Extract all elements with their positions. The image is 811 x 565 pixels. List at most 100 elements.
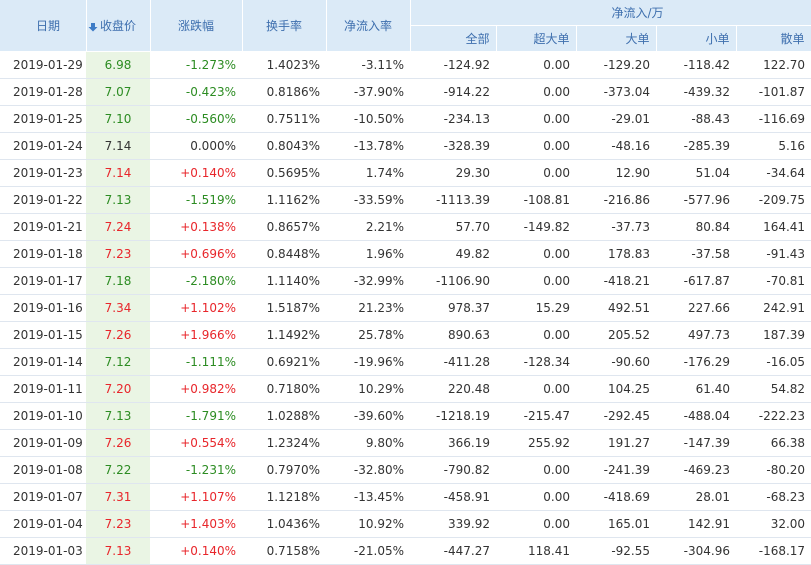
cell-change: -1.273% bbox=[150, 51, 242, 79]
cell-net-all: -914.22 bbox=[410, 78, 496, 106]
cell-net-inflow-rate: -10.50% bbox=[326, 105, 410, 133]
table-row: 2019-01-18 7.23 +0.696% 0.8448% 1.96% 49.82 0.… bbox=[0, 240, 811, 268]
col-header-super-large[interactable]: 超大单 bbox=[496, 25, 577, 52]
cell-net-retail: -34.64 bbox=[736, 159, 811, 187]
cell-net-large: -292.45 bbox=[576, 402, 656, 430]
cell-net-large: -418.69 bbox=[576, 483, 656, 511]
cell-change: +0.554% bbox=[150, 429, 242, 457]
cell-net-large: 178.83 bbox=[576, 240, 656, 268]
col-header-change[interactable]: 涨跌幅 bbox=[150, 0, 243, 52]
cell-net-inflow-rate: -32.99% bbox=[326, 267, 410, 295]
cell-net-large: -92.55 bbox=[576, 537, 656, 565]
table-row: 2019-01-23 7.14 +0.140% 0.5695% 1.74% 29.30 0.… bbox=[0, 159, 811, 187]
cell-net-small: 142.91 bbox=[656, 510, 736, 538]
cell-net-inflow-rate: 2.21% bbox=[326, 213, 410, 241]
table-row: 2019-01-29 6.98 -1.273% 1.4023% -3.11% -124.9… bbox=[0, 51, 811, 79]
cell-change: +0.982% bbox=[150, 375, 242, 403]
cell-turnover: 1.0288% bbox=[242, 402, 326, 430]
cell-net-small: -577.96 bbox=[656, 186, 736, 214]
cell-date: 2019-01-15 bbox=[0, 321, 86, 349]
cell-net-super-large: 0.00 bbox=[496, 267, 576, 295]
cell-net-large: -90.60 bbox=[576, 348, 656, 376]
cell-date: 2019-01-04 bbox=[0, 510, 86, 538]
cell-net-small: -469.23 bbox=[656, 456, 736, 484]
cell-date: 2019-01-22 bbox=[0, 186, 86, 214]
cell-net-super-large: -108.81 bbox=[496, 186, 576, 214]
cell-close: 7.13 bbox=[86, 186, 150, 214]
cell-net-inflow-rate: -13.78% bbox=[326, 132, 410, 160]
cell-net-large: -129.20 bbox=[576, 51, 656, 79]
cell-net-large: 492.51 bbox=[576, 294, 656, 322]
cell-change: +0.140% bbox=[150, 159, 242, 187]
col-header-date[interactable]: 日期 bbox=[0, 0, 98, 52]
cell-net-super-large: -128.34 bbox=[496, 348, 576, 376]
cell-change: -1.111% bbox=[150, 348, 242, 376]
cell-change: +0.696% bbox=[150, 240, 242, 268]
table-row: 2019-01-09 7.26 +0.554% 1.2324% 9.80% 366.19 2… bbox=[0, 429, 811, 457]
col-header-retail[interactable]: 散单 bbox=[736, 25, 811, 52]
table-row: 2019-01-28 7.07 -0.423% 0.8186% -37.90% -914.… bbox=[0, 78, 811, 106]
cell-turnover: 1.1140% bbox=[242, 267, 326, 295]
table-row: 2019-01-10 7.13 -1.791% 1.0288% -39.60% -1218… bbox=[0, 402, 811, 430]
cell-net-large: -48.16 bbox=[576, 132, 656, 160]
cell-net-retail: -80.20 bbox=[736, 456, 811, 484]
cell-net-inflow-rate: -33.59% bbox=[326, 186, 410, 214]
cell-net-retail: 164.41 bbox=[736, 213, 811, 241]
cell-net-all: -458.91 bbox=[410, 483, 496, 511]
cell-net-inflow-rate: 10.92% bbox=[326, 510, 410, 538]
col-header-turnover[interactable]: 换手率 bbox=[242, 0, 327, 52]
table-body: 2019-01-29 6.98 -1.273% 1.4023% -3.11% -124.9… bbox=[0, 51, 811, 565]
table-row: 2019-01-21 7.24 +0.138% 0.8657% 2.21% 57.70 -1… bbox=[0, 213, 811, 241]
cell-net-retail: 5.16 bbox=[736, 132, 811, 160]
cell-turnover: 1.0436% bbox=[242, 510, 326, 538]
cell-close: 7.22 bbox=[86, 456, 150, 484]
table-row: 2019-01-16 7.34 +1.102% 1.5187% 21.23% 978.37… bbox=[0, 294, 811, 322]
cell-net-large: -373.04 bbox=[576, 78, 656, 106]
cell-net-small: -88.43 bbox=[656, 105, 736, 133]
arrow-down-icon[interactable] bbox=[88, 22, 98, 32]
col-header-net-inflow-rate[interactable]: 净流入率 bbox=[326, 0, 411, 52]
cell-net-all: 339.92 bbox=[410, 510, 496, 538]
cell-net-super-large: 0.00 bbox=[496, 483, 576, 511]
col-header-net-inflow-group: 净流入/万 bbox=[410, 0, 811, 26]
cell-net-large: -241.39 bbox=[576, 456, 656, 484]
cell-net-retail: -222.23 bbox=[736, 402, 811, 430]
cell-net-all: -1113.39 bbox=[410, 186, 496, 214]
cell-net-retail: -116.69 bbox=[736, 105, 811, 133]
cell-net-super-large: 0.00 bbox=[496, 321, 576, 349]
cell-net-all: -411.28 bbox=[410, 348, 496, 376]
col-header-small[interactable]: 小单 bbox=[656, 25, 737, 52]
cell-change: -0.560% bbox=[150, 105, 242, 133]
table-row: 2019-01-14 7.12 -1.111% 0.6921% -19.96% -411.… bbox=[0, 348, 811, 376]
cell-net-retail: -70.81 bbox=[736, 267, 811, 295]
table-row: 2019-01-11 7.20 +0.982% 0.7180% 10.29% 220.48… bbox=[0, 375, 811, 403]
cell-net-inflow-rate: -32.80% bbox=[326, 456, 410, 484]
cell-net-retail: 242.91 bbox=[736, 294, 811, 322]
cell-net-small: -147.39 bbox=[656, 429, 736, 457]
cell-date: 2019-01-28 bbox=[0, 78, 86, 106]
cell-net-all: 978.37 bbox=[410, 294, 496, 322]
col-header-all[interactable]: 全部 bbox=[410, 25, 497, 52]
cell-net-super-large: 0.00 bbox=[496, 240, 576, 268]
cell-close: 7.14 bbox=[86, 159, 150, 187]
cell-net-small: -304.96 bbox=[656, 537, 736, 565]
cell-net-inflow-rate: -39.60% bbox=[326, 402, 410, 430]
table-row: 2019-01-15 7.26 +1.966% 1.1492% 25.78% 890.63… bbox=[0, 321, 811, 349]
col-header-large[interactable]: 大单 bbox=[576, 25, 657, 52]
table-row: 2019-01-17 7.18 -2.180% 1.1140% -32.99% -1106… bbox=[0, 267, 811, 295]
cell-close: 7.12 bbox=[86, 348, 150, 376]
cell-turnover: 1.2324% bbox=[242, 429, 326, 457]
cell-net-all: -124.92 bbox=[410, 51, 496, 79]
cell-turnover: 0.8186% bbox=[242, 78, 326, 106]
cell-net-large: 205.52 bbox=[576, 321, 656, 349]
cell-turnover: 1.1492% bbox=[242, 321, 326, 349]
cell-net-large: 104.25 bbox=[576, 375, 656, 403]
cell-change: +0.138% bbox=[150, 213, 242, 241]
cell-date: 2019-01-08 bbox=[0, 456, 86, 484]
cell-net-inflow-rate: -3.11% bbox=[326, 51, 410, 79]
cell-net-super-large: 0.00 bbox=[496, 375, 576, 403]
cell-net-super-large: 15.29 bbox=[496, 294, 576, 322]
cell-turnover: 1.1218% bbox=[242, 483, 326, 511]
table-row: 2019-01-22 7.13 -1.519% 1.1162% -33.59% -1113… bbox=[0, 186, 811, 214]
cell-net-large: 191.27 bbox=[576, 429, 656, 457]
